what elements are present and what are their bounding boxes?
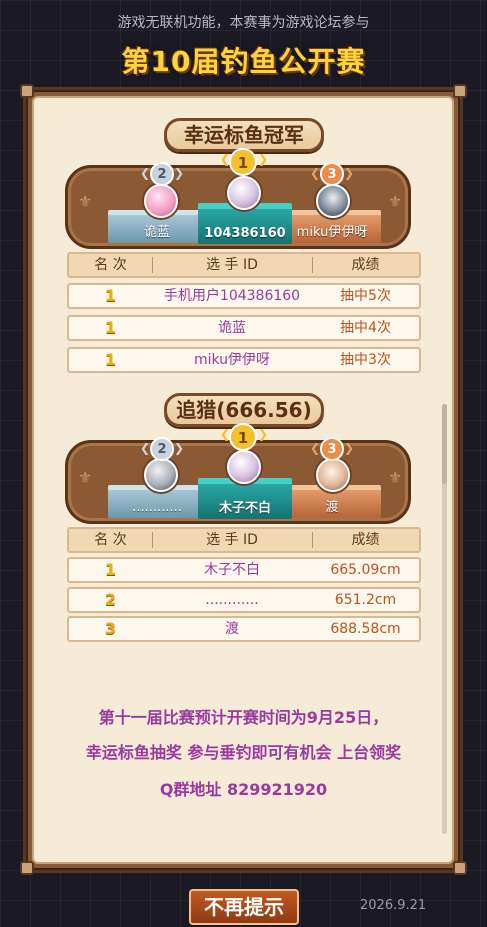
rank-value: 1 [104,560,117,579]
dismiss-button[interactable]: 不再提示 [189,889,299,925]
wing-icon: ❮ [310,441,321,455]
wing-icon: ❮ [310,166,321,180]
wing-icon: ❯ [258,152,269,166]
podium-second-name: ............ [132,500,182,515]
gold-medal-icon: 1 [229,423,257,451]
frame-corner [453,861,467,875]
score-value: 抽中3次 [340,352,391,368]
podium-first-name: 木子不白 [218,501,271,516]
scrollbar-thumb[interactable] [442,404,447,484]
column-player: 选 手 ID [206,257,258,273]
ornament-icon: ⚜ [388,468,403,487]
column-score: 成绩 [351,257,380,273]
wing-icon: ❯ [344,166,355,180]
score-value: 665.09cm [330,562,401,578]
score-value: 651.2cm [334,592,397,608]
section-title-lucky: 幸运标鱼冠军 [164,118,324,152]
rank-value: 1 [104,286,117,305]
avatar [227,450,261,484]
table-header: 名 次 选 手 ID 成绩 [67,252,421,278]
rank-value: 1 [104,350,117,369]
column-score: 成绩 [351,532,380,548]
avatar [227,176,261,210]
player-id: 手机用户104386160 [163,288,301,304]
avatar [316,458,350,492]
podium-first-name: 104386160 [204,226,286,241]
wing-icon: ❮ [140,441,151,455]
table-row: 2 ............ 651.2cm [67,587,421,613]
player-id: ............ [205,592,259,608]
lottery-text: 幸运标鱼抽奖 参与垂钓即可有机会 上台领奖 [85,743,402,762]
notice-text: 游戏无联机功能，本赛事为游戏论坛参与 [117,15,370,31]
table-row: 1 诡蓝 抽中4次 [67,315,421,341]
player-id: miku伊伊呀 [193,352,271,368]
scrollbar[interactable] [442,404,447,834]
rank-value: 2 [104,590,117,609]
bronze-medal-icon: 3 [320,437,344,461]
wing-icon: ❯ [344,441,355,455]
player-id: 诡蓝 [218,320,246,336]
podium-first: 木子不白 [198,478,292,519]
podium-second-name: 诡蓝 [143,225,170,240]
table-header: 名 次 选 手 ID 成绩 [67,527,421,553]
ornament-icon: ⚜ [78,192,93,211]
next-event-text: 第十一届比赛预计开赛时间为9月25日， [98,708,389,727]
gold-medal-icon: 1 [229,148,257,176]
frame-corner [20,84,34,98]
silver-medal-icon: 2 [150,437,174,461]
wing-icon: ❮ [140,166,151,180]
silver-medal-icon: 2 [150,162,174,186]
frame-corner [453,84,467,98]
podium-third-name: 渡 [325,500,339,515]
score-value: 抽中5次 [340,288,391,304]
avatar [144,458,178,492]
score-value: 抽中4次 [340,320,391,336]
frame-corner [20,861,34,875]
ornament-icon: ⚜ [78,468,93,487]
rank-value: 1 [104,318,117,337]
table-row: 1 手机用户104386160 抽中5次 [67,283,421,309]
player-id: 木子不白 [204,562,260,578]
event-title: 第10届钓鱼公开赛 [121,45,366,78]
wing-icon: ❯ [174,166,185,180]
column-rank: 名 次 [94,532,127,548]
table-row: 1 miku伊伊呀 抽中3次 [67,347,421,373]
avatar [316,184,350,218]
date-label: 2026.9.21 [360,898,427,913]
qq-group-text: Q群地址 829921920 [159,780,328,799]
table-row: 1 木子不白 665.09cm [67,557,421,583]
bronze-medal-icon: 3 [320,162,344,186]
player-id: 渡 [225,621,239,637]
score-value: 688.58cm [330,621,401,637]
column-rank: 名 次 [94,257,127,273]
avatar [144,184,178,218]
rank-value: 3 [104,619,117,638]
table-row: 3 渡 688.58cm [67,616,421,642]
ornament-icon: ⚜ [388,192,403,211]
section-title-hunt: 追猎(666.56) [164,393,324,427]
wing-icon: ❯ [174,441,185,455]
wing-icon: ❯ [258,427,269,441]
podium-third-name: miku伊伊呀 [296,225,368,240]
column-player: 选 手 ID [206,532,258,548]
